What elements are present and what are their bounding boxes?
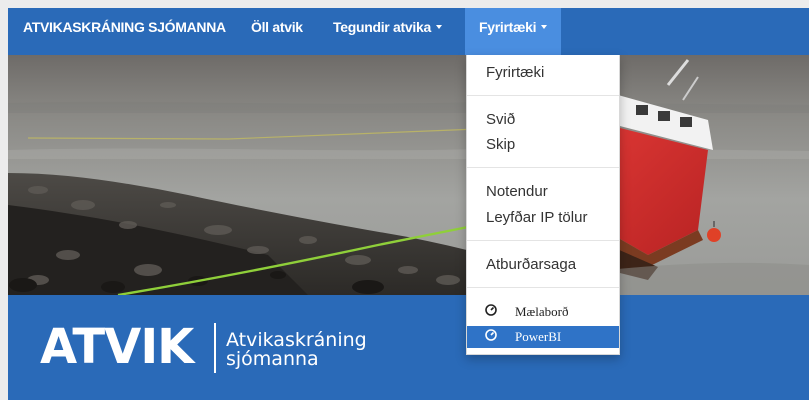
logo-tagline: Atvikaskráning sjómanna — [226, 331, 367, 369]
menu-item-departments[interactable]: Svið — [486, 111, 515, 128]
menu-item-dashboard[interactable]: Mælaborð — [467, 301, 619, 323]
atvik-logo: ATVIK — [40, 319, 194, 375]
menu-item-powerbi-label: PowerBI — [515, 329, 562, 344]
app-frame: ATVIKASKRÁNING SJÓMANNA Öll atvik Tegund… — [8, 8, 809, 400]
chevron-down-icon — [435, 25, 442, 30]
logo-divider — [214, 323, 216, 373]
nav-incident-types[interactable]: Tegundir atvika — [333, 8, 442, 55]
navbar: ATVIKASKRÁNING SJÓMANNA Öll atvik Tegund… — [8, 8, 809, 55]
menu-divider — [467, 287, 619, 288]
nav-companies[interactable]: Fyrirtæki — [465, 8, 562, 55]
hero-image — [8, 55, 809, 295]
menu-item-powerbi[interactable]: PowerBI — [467, 326, 619, 348]
menu-divider — [467, 95, 619, 96]
gauge-icon — [485, 329, 497, 341]
nav-companies-label: Fyrirtæki — [479, 19, 537, 35]
menu-item-users[interactable]: Notendur — [486, 183, 548, 200]
menu-item-allowed-ips[interactable]: Leyfðar IP tölur — [486, 209, 587, 226]
tagline-line-2: sjómanna — [226, 348, 319, 370]
gauge-icon — [485, 304, 497, 316]
menu-item-ships[interactable]: Skip — [486, 136, 515, 153]
nav-brand-link[interactable]: ATVIKASKRÁNING SJÓMANNA — [23, 8, 226, 55]
chevron-down-icon — [541, 25, 548, 30]
nav-incident-types-label: Tegundir atvika — [333, 19, 431, 35]
menu-item-companies[interactable]: Fyrirtæki — [486, 64, 544, 81]
companies-dropdown-menu: Fyrirtæki Svið Skip Notendur Leyfðar IP … — [466, 55, 620, 355]
menu-item-dashboard-label: Mælaborð — [515, 304, 569, 319]
menu-item-event-log[interactable]: Atburðarsaga — [486, 256, 576, 273]
branding-band: ATVIK Atvikaskráning sjómanna — [8, 295, 809, 400]
hero-photo — [8, 55, 809, 295]
nav-all-incidents[interactable]: Öll atvik — [251, 8, 303, 55]
menu-divider — [467, 240, 619, 241]
menu-divider — [467, 167, 619, 168]
